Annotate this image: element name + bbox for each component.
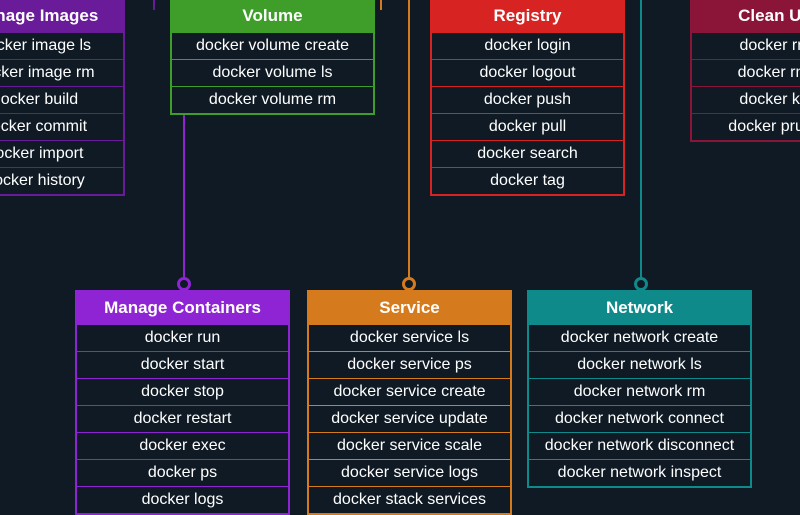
command-item: docker network create xyxy=(529,324,750,351)
box-header: Manage Images xyxy=(0,0,123,32)
command-item: docker rmi xyxy=(692,59,800,86)
command-item: docker network rm xyxy=(529,378,750,405)
box-registry: Registry docker login docker logout dock… xyxy=(430,0,625,196)
command-item: docker service create xyxy=(309,378,510,405)
command-item: docker tag xyxy=(432,167,623,194)
box-header: Registry xyxy=(432,0,623,32)
connector-line xyxy=(380,0,382,10)
command-item: docker volume create xyxy=(172,32,373,59)
command-item: docker login xyxy=(432,32,623,59)
command-item: docker pull xyxy=(432,113,623,140)
box-clean-up: Clean Up docker rm docker rmi docker kil… xyxy=(690,0,800,142)
command-item: docker kill xyxy=(692,86,800,113)
command-item: docker network connect xyxy=(529,405,750,432)
command-item: docker service ps xyxy=(309,351,510,378)
command-item: docker push xyxy=(432,86,623,113)
box-header: Volume xyxy=(172,0,373,32)
command-item: docker rm xyxy=(692,32,800,59)
command-item: docker prune xyxy=(692,113,800,140)
command-item: docker restart xyxy=(77,405,288,432)
command-item: docker logout xyxy=(432,59,623,86)
command-item: docker stop xyxy=(77,378,288,405)
command-item: docker commit xyxy=(0,113,123,140)
command-item: docker exec xyxy=(77,432,288,459)
box-header: Manage Containers xyxy=(77,292,288,324)
command-item: docker service logs xyxy=(309,459,510,486)
command-item: docker search xyxy=(432,140,623,167)
command-item: docker history xyxy=(0,167,123,194)
command-item: docker start xyxy=(77,351,288,378)
connector-line xyxy=(640,0,642,285)
box-header: Network xyxy=(529,292,750,324)
command-item: docker network disconnect xyxy=(529,432,750,459)
command-item: docker volume rm xyxy=(172,86,373,113)
command-item: docker network ls xyxy=(529,351,750,378)
connector-line xyxy=(408,0,410,285)
command-item: docker import xyxy=(0,140,123,167)
box-manage-images: Manage Images docker image ls docker ima… xyxy=(0,0,125,196)
command-item: docker image ls xyxy=(0,32,123,59)
connector-dot xyxy=(402,277,416,291)
command-item: docker network inspect xyxy=(529,459,750,486)
connector-dot xyxy=(634,277,648,291)
command-item: docker volume ls xyxy=(172,59,373,86)
box-manage-containers: Manage Containers docker run docker star… xyxy=(75,290,290,515)
command-item: docker build xyxy=(0,86,123,113)
box-header: Service xyxy=(309,292,510,324)
box-service: Service docker service ls docker service… xyxy=(307,290,512,515)
command-item: docker ps xyxy=(77,459,288,486)
box-volume: Volume docker volume create docker volum… xyxy=(170,0,375,115)
command-item: docker service ls xyxy=(309,324,510,351)
box-network: Network docker network create docker net… xyxy=(527,290,752,488)
connector-line xyxy=(153,0,155,10)
box-header: Clean Up xyxy=(692,0,800,32)
connector-dot xyxy=(177,277,191,291)
command-item: docker image rm xyxy=(0,59,123,86)
command-item: docker service update xyxy=(309,405,510,432)
command-item: docker service scale xyxy=(309,432,510,459)
command-item: docker run xyxy=(77,324,288,351)
